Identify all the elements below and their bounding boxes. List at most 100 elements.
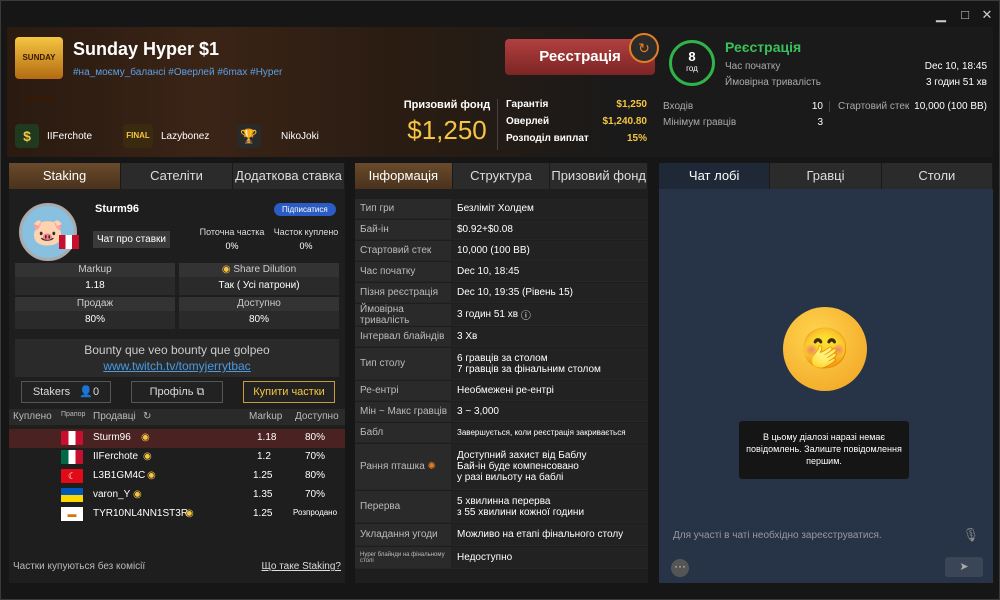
profile-button[interactable]: Профіль ⧉ bbox=[131, 381, 223, 403]
info-value: Dec 10, 19:35 (Рівень 15) bbox=[451, 283, 648, 302]
entries-key: Входів bbox=[663, 101, 694, 112]
globe-icon: ◉ bbox=[141, 432, 150, 443]
info-value: 3 Хв bbox=[451, 327, 648, 346]
maximize-icon[interactable]: □ bbox=[957, 7, 973, 23]
tab-side-bet[interactable]: Додаткова ставка bbox=[233, 163, 345, 189]
time-number: 8 bbox=[688, 49, 696, 64]
seller-available: 80% bbox=[305, 432, 326, 443]
prize-pool: Призовий фонд $1,250 bbox=[397, 99, 497, 146]
chat-input[interactable]: Для участі в чаті необхідно зареєструват… bbox=[659, 521, 993, 551]
staking-footer: Частки купуються без комісії Що таке Sta… bbox=[13, 561, 341, 572]
start-stack-key: Стартовий стек bbox=[838, 101, 910, 112]
info-row: Тип столу 6 гравців за столом 7 гравців з… bbox=[355, 348, 648, 380]
right-tabs: Чат лобі Гравці Столи bbox=[659, 163, 993, 189]
table-row[interactable]: IIFerchote ◉ 1.2 70% bbox=[9, 448, 345, 467]
left-tabs: Staking Сателіти Додаткова ставка bbox=[9, 163, 345, 189]
sellers-table-header: Куплено Прапор Продавці ↻ Markup Доступн… bbox=[9, 409, 345, 425]
send-button[interactable]: ➤ bbox=[945, 557, 983, 577]
info-value: Недоступно bbox=[451, 547, 648, 568]
minimize-icon[interactable]: ▁ bbox=[933, 7, 949, 23]
prize-detail-row: Розподіл виплат 15% bbox=[506, 133, 647, 150]
winner-name: IIFerchote bbox=[47, 130, 93, 142]
current-share-value: 0% bbox=[225, 241, 239, 251]
middle-tabs: Інформація Структура Призовий фонд bbox=[355, 163, 649, 189]
info-key: Час початку bbox=[355, 262, 451, 281]
col-sellers[interactable]: Продавці bbox=[93, 411, 136, 422]
turkey-flag-icon: ☾ bbox=[61, 469, 83, 483]
table-row[interactable]: ▬ TYR10NL4NN1ST3R ◉ 1.25 Розпродано bbox=[9, 505, 345, 524]
info-row: Бабл Завершується, коли реєстрація закрив… bbox=[355, 423, 648, 443]
refresh-icon[interactable]: ↻ bbox=[143, 411, 151, 422]
tab-satellites[interactable]: Сателіти bbox=[121, 163, 233, 189]
info-key: Ймовірна тривалість bbox=[355, 304, 451, 326]
stakers-label: Stakers bbox=[32, 386, 71, 398]
info-row: Укладання угоди Можливо на етапі фінально… bbox=[355, 524, 648, 546]
external-link-icon: ⧉ bbox=[196, 386, 205, 398]
staking-chat-button[interactable]: Чат про ставки bbox=[93, 231, 170, 248]
seller-name: varon_Y bbox=[93, 489, 131, 500]
col-markup[interactable]: Markup bbox=[249, 411, 282, 422]
more-options-icon[interactable]: ··· bbox=[671, 559, 689, 577]
tab-prize-pool[interactable]: Призовий фонд bbox=[550, 163, 649, 189]
table-row[interactable]: varon_Y ◉ 1.35 70% bbox=[9, 486, 345, 505]
info-row: Рання пташка ✺ Доступний захист від Баблу… bbox=[355, 444, 648, 490]
tab-information[interactable]: Інформація bbox=[355, 163, 453, 189]
info-key-wrap: Рання пташка ✺ bbox=[355, 444, 451, 489]
mexico-flag-icon bbox=[61, 450, 83, 464]
buy-shares-button[interactable]: Купити частки bbox=[243, 381, 335, 403]
seller-name: Sturm96 bbox=[93, 432, 131, 443]
subscribe-button[interactable]: Підписатися bbox=[274, 203, 336, 216]
table-row[interactable]: ☾ L3B1GM4C ◉ 1.25 80% bbox=[9, 467, 345, 486]
info-row: Пізня реєстрація Dec 10, 19:35 (Рівень 15… bbox=[355, 283, 648, 303]
shares-bought-value: 0% bbox=[299, 241, 313, 251]
info-key: Бабл bbox=[355, 423, 451, 442]
prize-detail-value: 15% bbox=[626, 133, 647, 144]
tab-tables[interactable]: Столи bbox=[881, 163, 993, 189]
chat-panel: Чат лобі Гравці Столи 🤭 В цьому діалозі … bbox=[659, 163, 993, 583]
mexico-flag-icon bbox=[61, 431, 83, 445]
info-icon[interactable]: ⓘ bbox=[521, 307, 531, 322]
close-icon[interactable]: ✕ bbox=[979, 7, 995, 23]
col-available[interactable]: Доступно bbox=[295, 411, 339, 422]
info-panel: Інформація Структура Призовий фонд Тип г… bbox=[355, 163, 649, 583]
box-value: 80% bbox=[84, 314, 105, 325]
tournament-header: SUNDAY HYPER Sunday Hyper $1 #на_моєму_б… bbox=[7, 27, 993, 157]
info-row: Перерва 5 хвилинна перерва з 55 хвилини к… bbox=[355, 491, 648, 523]
box-header: Доступно bbox=[179, 297, 339, 311]
info-value: Безліміт Холдем bbox=[451, 199, 648, 218]
dollar-icon: $ bbox=[15, 124, 39, 148]
twitch-link[interactable]: www.twitch.tv/tomyjerrytbac bbox=[15, 359, 339, 373]
info-row: Мін ~ Макс гравців 3 ~ 3,000 bbox=[355, 402, 648, 422]
info-key: Тип столу bbox=[355, 348, 451, 379]
tab-players[interactable]: Гравці bbox=[770, 163, 882, 189]
globe-icon: ◉ bbox=[147, 470, 156, 481]
col-bought: Куплено bbox=[13, 411, 52, 422]
info-row: Стартовий стек 10,000 (100 BB) bbox=[355, 241, 648, 261]
staker-description: Bounty que veo bounty que golpeo www.twi… bbox=[15, 339, 339, 377]
markup-box: Markup 1.18 bbox=[15, 263, 175, 295]
info-row: Час початку Dec 10, 18:45 bbox=[355, 262, 648, 282]
table-row[interactable]: Sturm96 ◉ 1.18 80% bbox=[9, 429, 345, 448]
microphone-icon[interactable]: 🎙 bbox=[962, 527, 979, 543]
winner-name: Lazybonez bbox=[161, 130, 210, 142]
tab-lobby-chat[interactable]: Чат лобі bbox=[659, 163, 771, 189]
seller-name: L3B1GM4C bbox=[93, 470, 146, 481]
time-value: 3 годин 51 хв bbox=[925, 77, 987, 88]
globe-icon: ◉ bbox=[185, 508, 194, 519]
prize-value: $1,250 bbox=[407, 115, 487, 145]
stakers-button[interactable]: Stakers 👤0 bbox=[21, 381, 111, 403]
prize-label: Призовий фонд bbox=[403, 99, 491, 111]
box-header: Markup bbox=[15, 263, 175, 277]
time-value: Dec 10, 18:45 bbox=[924, 61, 987, 72]
tab-staking[interactable]: Staking bbox=[9, 163, 121, 189]
prize-detail-key: Розподіл виплат bbox=[506, 133, 589, 144]
info-value: 3 ~ 3,000 bbox=[451, 402, 648, 421]
winner-item: FINAL Lazybonez bbox=[123, 123, 209, 149]
info-row: Ре-ентрі Необмежені ре-ентрі bbox=[355, 381, 648, 401]
tournament-tags: #на_моєму_балансі #Оверлей #6max #Hyper bbox=[73, 67, 283, 78]
tab-structure[interactable]: Структура bbox=[452, 163, 551, 189]
seller-available: 80% bbox=[305, 470, 326, 481]
seller-markup: 1.2 bbox=[257, 451, 271, 462]
what-is-staking-link[interactable]: Що таке Staking? bbox=[262, 561, 342, 572]
info-value: 6 гравців за столом 7 гравців за фінальн… bbox=[451, 348, 648, 379]
